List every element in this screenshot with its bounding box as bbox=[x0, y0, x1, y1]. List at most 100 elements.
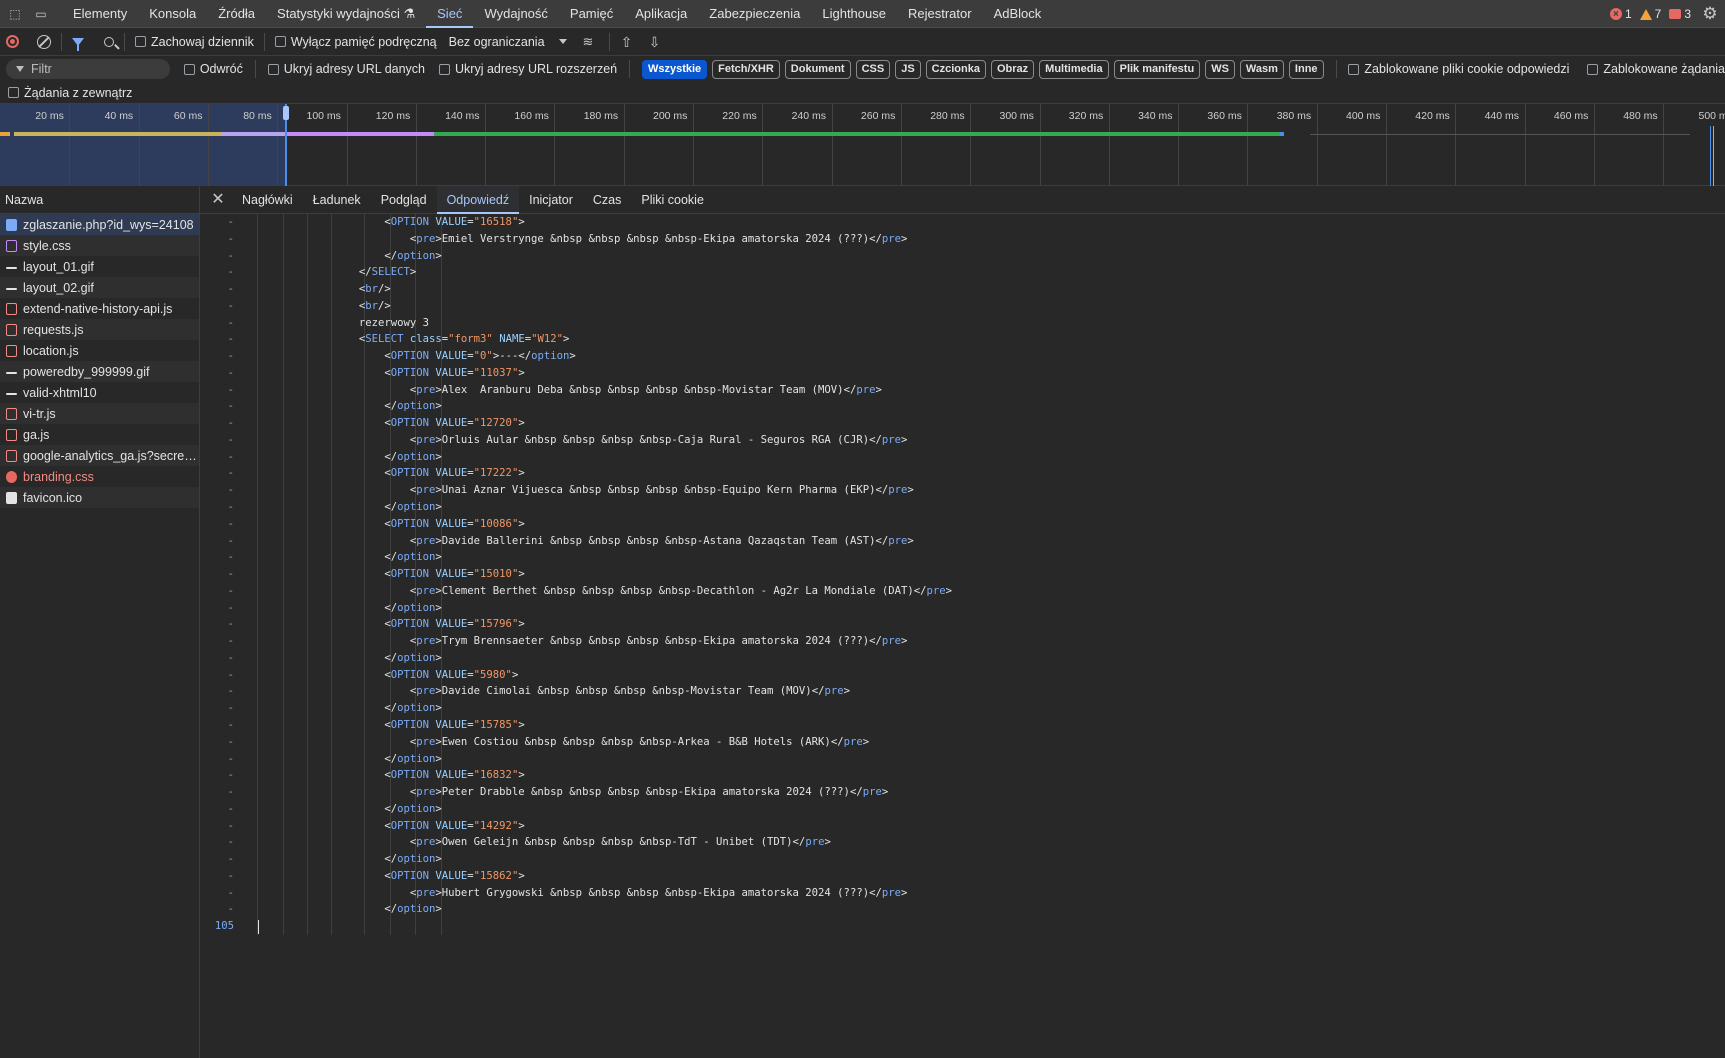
name-column-header[interactable]: Nazwa bbox=[0, 186, 199, 214]
js-file-icon bbox=[6, 302, 17, 315]
request-row[interactable]: favicon.ico bbox=[0, 487, 199, 508]
tab-z-ro-d-a[interactable]: Źródła bbox=[207, 0, 266, 28]
filter-icon bbox=[16, 66, 24, 72]
blocked-requests-checkbox[interactable]: Zablokowane żądania bbox=[1587, 62, 1725, 76]
request-row[interactable]: location.js bbox=[0, 340, 199, 361]
gutter-dash: - bbox=[227, 299, 234, 312]
request-row[interactable]: requests.js bbox=[0, 319, 199, 340]
throttling-select[interactable]: Bez ograniczania bbox=[449, 35, 567, 49]
request-row[interactable]: layout_01.gif bbox=[0, 256, 199, 277]
tab-czas[interactable]: Czas bbox=[583, 186, 631, 214]
code-line: <pre>Hubert Grygowski &nbsp &nbsp &nbsp … bbox=[409, 886, 908, 899]
tab-wydajnos-c[interactable]: Wydajność bbox=[473, 0, 558, 28]
filter-chip-plik-manifestu[interactable]: Plik manifestu bbox=[1113, 59, 1201, 79]
filter-chip-wasm[interactable]: Wasm bbox=[1239, 59, 1284, 79]
rider-entry-text: Orluis Aular &nbsp &nbsp &nbsp &nbsp-Caj… bbox=[441, 433, 870, 446]
disable-cache-checkbox[interactable]: Wyłącz pamięć podręczną bbox=[274, 35, 437, 49]
filter-chip-inne[interactable]: Inne bbox=[1288, 59, 1324, 79]
timeline-drag-handle[interactable] bbox=[283, 106, 289, 120]
option-value: "11037" bbox=[473, 366, 519, 379]
tab-aplikacja[interactable]: Aplikacja bbox=[624, 0, 698, 28]
code-line: <pre>Unai Aznar Vijuesca &nbsp &nbsp &nb… bbox=[409, 484, 914, 497]
preserve-log-checkbox[interactable]: Zachowaj dziennik bbox=[135, 35, 254, 49]
code-line: <OPTION VALUE="17222"> bbox=[384, 467, 525, 480]
tab-odpowiedz[interactable]: Odpowiedź bbox=[436, 185, 520, 214]
timeline-gridline bbox=[1039, 104, 1041, 186]
filter-chip-obraz[interactable]: Obraz bbox=[990, 59, 1035, 79]
filter-toggle-icon[interactable] bbox=[72, 37, 84, 51]
request-name: poweredby_999999.gif bbox=[23, 364, 150, 379]
code-line: <OPTION VALUE="0">---</option> bbox=[384, 350, 576, 363]
filter-chip-fetch-xhr[interactable]: Fetch/XHR bbox=[712, 59, 780, 79]
request-row[interactable]: style.css bbox=[0, 235, 199, 256]
tab-lighthouse[interactable]: Lighthouse bbox=[811, 0, 897, 28]
tab-konsola[interactable]: Konsola bbox=[138, 0, 207, 28]
option-value: "15010" bbox=[473, 568, 519, 581]
tab-adunek[interactable]: Ładunek bbox=[303, 186, 371, 214]
gutter-dash: - bbox=[227, 232, 234, 245]
third-party-checkbox[interactable]: Żądania z zewnątrz bbox=[8, 86, 132, 100]
filter-chip-wszystkie[interactable]: Wszystkie bbox=[641, 59, 708, 79]
tab-nag-o-wki[interactable]: Nagłówki bbox=[232, 186, 303, 214]
settings-gear-icon[interactable]: ⚙ bbox=[1699, 3, 1721, 25]
warning-counter[interactable]: 7 bbox=[1639, 7, 1661, 21]
request-row[interactable]: branding.css bbox=[0, 466, 199, 487]
clear-icon[interactable] bbox=[37, 34, 51, 49]
record-stop-icon[interactable] bbox=[6, 35, 19, 48]
inspect-element-icon[interactable]: ⬚ bbox=[4, 3, 26, 25]
tab-podgla-d[interactable]: Podgląd bbox=[371, 186, 437, 214]
network-overview-timeline[interactable]: 20 ms 40 ms 60 ms 80 ms 100 ms 120 ms 140 ms 16… bbox=[0, 104, 1725, 186]
tab-statystyki-wydajnos-ci[interactable]: Statystyki wydajności ⚗ bbox=[266, 0, 426, 28]
gutter-dash: - bbox=[227, 249, 234, 262]
request-row[interactable]: zglaszanie.php?id_wys=24108 bbox=[0, 214, 199, 235]
request-row[interactable]: vi-tr.js bbox=[0, 403, 199, 424]
request-row[interactable]: poweredby_999999.gif bbox=[0, 361, 199, 382]
filter-input[interactable]: Filtr bbox=[6, 59, 170, 79]
response-viewer[interactable]: ----------------------------------------… bbox=[200, 214, 1725, 1058]
timeline-tick-label: 360 ms bbox=[1207, 110, 1242, 122]
filter-chip-js[interactable]: JS bbox=[895, 59, 921, 79]
timeline-gridline bbox=[138, 104, 140, 186]
tab-zabezpieczenia[interactable]: Zabezpieczenia bbox=[698, 0, 811, 28]
invert-checkbox[interactable]: Odwróć bbox=[183, 62, 243, 76]
tab-rejestrator[interactable]: Rejestrator bbox=[897, 0, 983, 28]
device-toolbar-icon[interactable]: ▭ bbox=[30, 3, 52, 25]
issues-counter[interactable]: 3 bbox=[1669, 7, 1691, 21]
timeline-tick-label: 480 ms bbox=[1623, 110, 1658, 122]
filter-chip-ws[interactable]: WS bbox=[1205, 59, 1235, 79]
request-name: requests.js bbox=[23, 322, 84, 337]
timeline-gridline bbox=[1386, 104, 1387, 186]
request-row[interactable]: valid-xhtml10 bbox=[0, 382, 199, 403]
tab-adblock[interactable]: AdBlock bbox=[983, 0, 1053, 28]
filter-chip-multimedia[interactable]: Multimedia bbox=[1039, 59, 1109, 79]
tab-pliki-cookie[interactable]: Pliki cookie bbox=[631, 186, 714, 214]
timeline-gridline bbox=[1108, 104, 1110, 186]
export-har-icon[interactable]: ⇩ bbox=[648, 35, 662, 49]
divider bbox=[254, 60, 256, 78]
timeline-tick-label: 180 ms bbox=[583, 110, 619, 122]
request-row[interactable]: layout_02.gif bbox=[0, 277, 199, 298]
code-line: <OPTION VALUE="16518"> bbox=[384, 216, 525, 228]
tab-inicjator[interactable]: Inicjator bbox=[519, 186, 583, 214]
hide-data-urls-checkbox[interactable]: Ukryj adresy URL danych bbox=[267, 62, 425, 76]
tab-pamie-c[interactable]: Pamięć bbox=[559, 0, 624, 28]
request-row[interactable]: extend-native-history-api.js bbox=[0, 298, 199, 319]
hide-extension-urls-checkbox[interactable]: Ukryj adresy URL rozszerzeń bbox=[439, 62, 617, 76]
issue-counters[interactable]: × 1 7 3 bbox=[1609, 0, 1691, 28]
error-counter[interactable]: × 1 bbox=[1609, 7, 1632, 21]
code-line: <pre>Trym Brennsaeter &nbsp &nbsp &nbsp … bbox=[409, 635, 908, 648]
request-row[interactable]: google-analytics_ga.js?secret=... bbox=[0, 445, 199, 466]
search-icon[interactable] bbox=[104, 36, 114, 47]
blocked-cookies-checkbox[interactable]: Zablokowane pliki cookie odpowiedzi bbox=[1348, 62, 1569, 76]
request-name: layout_01.gif bbox=[23, 259, 94, 274]
tab-siec[interactable]: Sieć bbox=[426, 0, 474, 28]
network-conditions-icon[interactable]: ≋ bbox=[583, 35, 599, 48]
request-row[interactable]: ga.js bbox=[0, 424, 199, 445]
import-har-icon[interactable]: ⇧ bbox=[620, 35, 634, 49]
filter-chip-dokument[interactable]: Dokument bbox=[784, 59, 851, 79]
tab-elementy[interactable]: Elementy bbox=[62, 0, 138, 28]
filter-chip-czcionka[interactable]: Czcionka bbox=[925, 59, 986, 79]
filter-chip-css[interactable]: CSS bbox=[855, 59, 891, 79]
close-icon[interactable]: ✕ bbox=[210, 186, 226, 214]
timeline-gridline bbox=[831, 104, 833, 186]
